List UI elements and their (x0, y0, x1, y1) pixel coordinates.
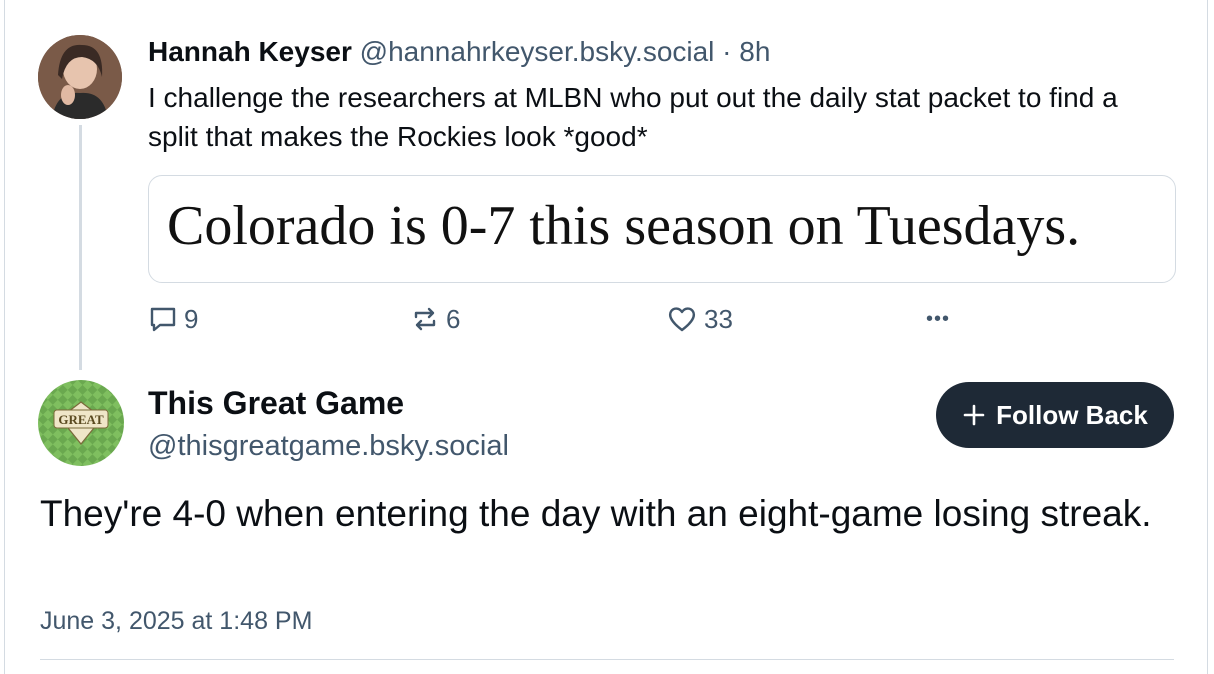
avatar-photo (38, 35, 122, 119)
divider (40, 659, 1174, 660)
author-handle[interactable]: @hannahrkeyser.bsky.social (360, 36, 715, 67)
embed-ghost-text-top: ▔▔▔▔▔▔▔▔▔▔ (209, 176, 1129, 184)
repost-count: 6 (446, 304, 461, 334)
repost-button[interactable]: 6 (410, 300, 460, 338)
like-count: 33 (704, 304, 733, 334)
parent-post-text: I challenge the researchers at MLBN who … (148, 82, 1118, 152)
embedded-image[interactable]: ▔▔▔▔▔▔▔▔▔▔ Colorado is 0-7 this season o… (148, 175, 1176, 283)
avatar[interactable]: GREAT (38, 380, 124, 466)
post-actions: 9 6 33 ••• (148, 300, 1178, 338)
follow-back-button[interactable]: Follow Back (936, 382, 1174, 448)
plus-icon (963, 404, 985, 426)
post-age[interactable]: 8h (739, 36, 770, 67)
avatar[interactable] (38, 35, 122, 119)
author-name[interactable]: Hannah Keyser (148, 36, 352, 67)
heart-icon (668, 307, 696, 332)
ellipsis-icon: ••• (926, 308, 951, 330)
repost-arrows-icon (414, 307, 436, 331)
embed-ghost-text-bottom: ▁▁▁▁▁▁▁▁▁▁ (179, 268, 1159, 282)
more-options-button[interactable]: ••• (926, 300, 950, 338)
embed-image-text: Colorado is 0-7 this season on Tuesdays. (167, 195, 1081, 257)
follow-back-label: Follow Back (996, 399, 1148, 430)
parent-post-header: Hannah Keyser @hannahrkeyser.bsky.social… (148, 34, 770, 70)
main-post-text: They're 4-0 when entering the day with a… (40, 493, 1152, 534)
logo-text: GREAT (58, 412, 104, 427)
like-button[interactable]: 33 (666, 300, 733, 338)
post-timestamp[interactable]: June 3, 2025 at 1:48 PM (40, 603, 312, 639)
author-handle[interactable]: @thisgreatgame.bsky.social (148, 426, 509, 466)
speech-bubble-icon (150, 307, 176, 332)
author-name[interactable]: This Great Game (148, 382, 404, 424)
parent-post[interactable]: Hannah Keyser @hannahrkeyser.bsky.social… (0, 0, 1214, 370)
meta-separator: · (714, 36, 740, 67)
this-great-game-logo: GREAT (38, 380, 124, 466)
thread-line (79, 125, 82, 370)
reply-button[interactable]: 9 (148, 300, 198, 338)
reply-count: 9 (184, 304, 199, 334)
